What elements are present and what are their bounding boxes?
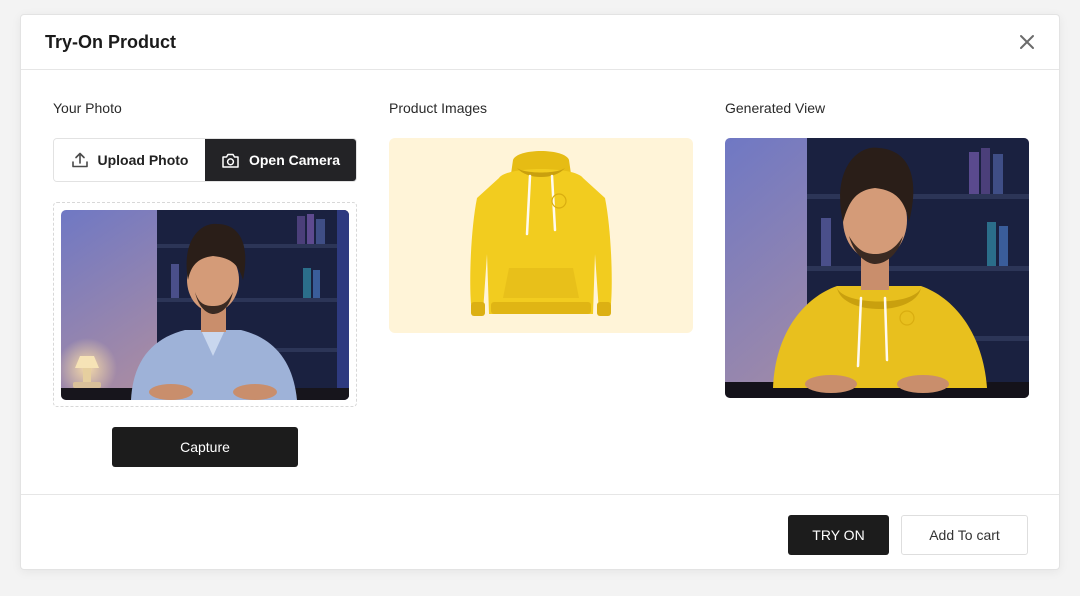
camera-preview xyxy=(61,210,349,400)
product-image[interactable] xyxy=(389,138,693,333)
camera-preview-frame xyxy=(53,202,357,407)
generated-photo xyxy=(725,138,1029,398)
open-camera-label: Open Camera xyxy=(248,152,341,168)
capture-button[interactable]: Capture xyxy=(112,427,298,467)
close-button[interactable] xyxy=(1017,32,1037,52)
modal-header: Try-On Product xyxy=(21,15,1059,70)
yellow-hoodie-image xyxy=(470,151,612,316)
try-on-modal: Try-On Product Your Photo Upload Photo O… xyxy=(20,14,1060,570)
upload-photo-label: Upload Photo xyxy=(97,152,189,168)
open-camera-button[interactable]: Open Camera xyxy=(205,139,356,181)
upload-photo-button[interactable]: Upload Photo xyxy=(54,139,205,181)
generated-view-image xyxy=(725,138,1029,398)
user-photo xyxy=(61,210,349,400)
camera-icon xyxy=(222,153,239,168)
close-icon xyxy=(1020,35,1034,49)
upload-icon xyxy=(71,152,88,168)
modal-title: Try-On Product xyxy=(45,32,177,52)
photo-source-toggle: Upload Photo Open Camera xyxy=(53,138,357,182)
generated-view-label: Generated View xyxy=(725,100,826,116)
modal-footer: TRY ON Add To cart xyxy=(21,494,1059,569)
try-on-button[interactable]: TRY ON xyxy=(788,515,889,555)
add-to-cart-button[interactable]: Add To cart xyxy=(901,515,1028,555)
your-photo-label: Your Photo xyxy=(53,100,122,116)
product-images-label: Product Images xyxy=(389,100,488,116)
